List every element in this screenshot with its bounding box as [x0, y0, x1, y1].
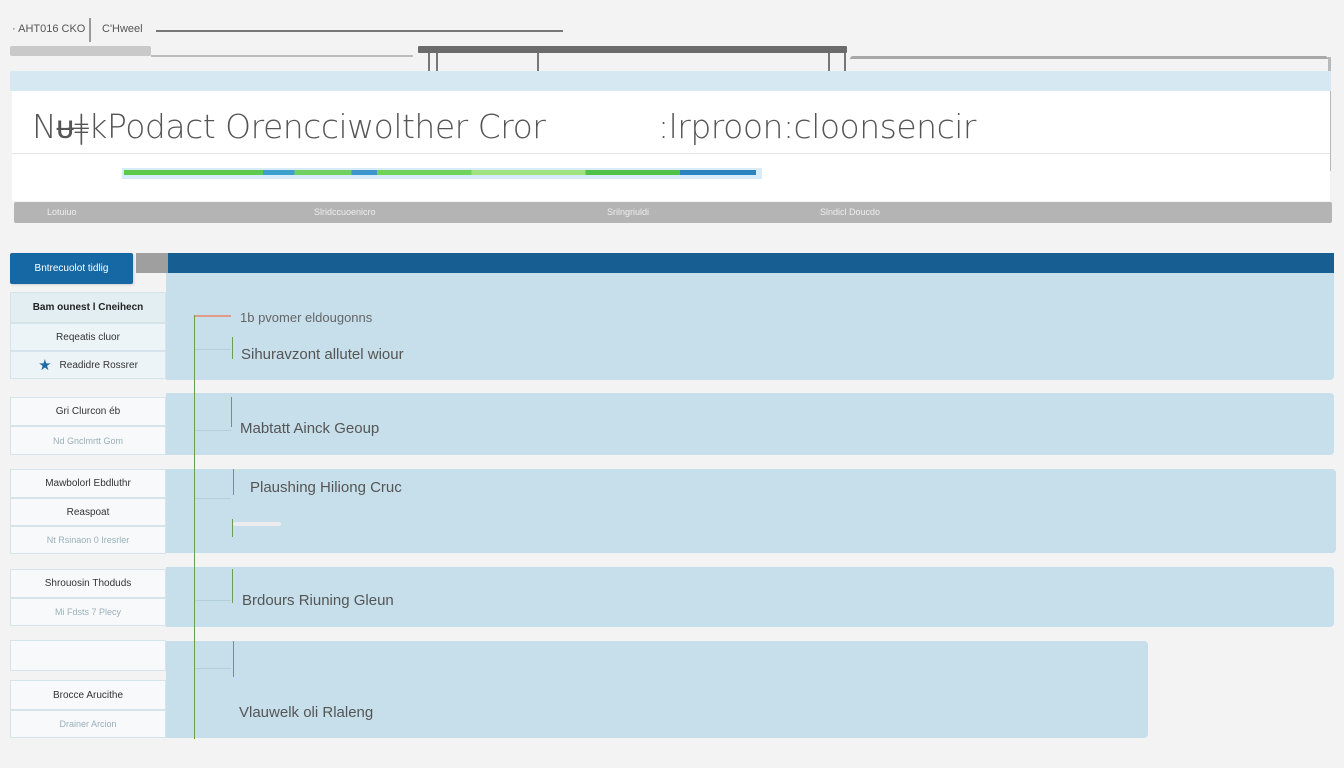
- page-title: Nᵾǂ̶kPodact Orencciwolther Cror: [32, 107, 546, 146]
- column-header-3[interactable]: Srilngriuldi: [607, 207, 649, 217]
- sidebar-item-5[interactable]: Nd Gnclmrtt Gom: [10, 426, 166, 455]
- header-divider: [12, 153, 1330, 154]
- tree-node-marker: [232, 337, 233, 359]
- connector-line: [828, 53, 830, 71]
- sidebar-item-1[interactable]: Bam ounest l Cneihecn: [10, 292, 166, 323]
- breadcrumb-underline: [156, 30, 563, 32]
- sidebar-item-9[interactable]: Shrouosin Thoduds: [10, 569, 166, 598]
- content-item-6[interactable]: Vlauwelk oli Rlaleng: [239, 704, 373, 721]
- breadcrumb-root[interactable]: · AHT016 CKO: [12, 23, 85, 35]
- breadcrumb-divider: [89, 18, 91, 42]
- progress-bar-fill: [124, 170, 756, 175]
- content-panel: [166, 273, 1334, 380]
- strip-handle: [136, 253, 168, 273]
- connector-line: [436, 53, 438, 71]
- sidebar-item-6[interactable]: Mawbolorl Ebdluthr: [10, 469, 166, 498]
- column-header-2[interactable]: Slridccuoenicro: [314, 207, 376, 217]
- tree-connector: [195, 315, 231, 317]
- header-band: [10, 71, 1331, 91]
- toolbar-scroll-handle[interactable]: [418, 46, 847, 53]
- sidebar-item-2[interactable]: Reqeatis cluor: [10, 323, 166, 351]
- tree-connector: [195, 349, 231, 350]
- toolbar-divider-left: [151, 55, 413, 57]
- tree-connector: [195, 430, 231, 431]
- column-header-4[interactable]: Slndicl Doucdo: [820, 207, 880, 217]
- sidebar-item-13[interactable]: Drainer Arcion: [10, 710, 166, 738]
- tree-node-marker: [232, 569, 233, 603]
- sidebar-item-label: Readidre Rossrer: [59, 359, 138, 371]
- tree-connector: [194, 315, 195, 739]
- tree-node-marker: [233, 469, 234, 495]
- sidebar-item-12[interactable]: Brocce Arucithe: [10, 680, 166, 710]
- column-header-bar: [14, 202, 1332, 223]
- sidebar-item-3[interactable]: ★ Readidre Rossrer: [10, 351, 166, 379]
- sidebar-item-11[interactable]: [10, 640, 166, 671]
- content-panel: [166, 641, 1148, 738]
- tree-node-marker: [231, 397, 232, 427]
- search-pill[interactable]: [10, 46, 151, 56]
- column-header-1[interactable]: Lotuiuo: [47, 207, 77, 217]
- tree-connector: [195, 600, 231, 601]
- tree-connector: [195, 668, 231, 669]
- tree-node-marker: [233, 641, 234, 677]
- sidebar-item-10[interactable]: Mi Fdsts 7 Plecy: [10, 598, 166, 626]
- content-header-strip: [166, 253, 1334, 273]
- sidebar-item-8[interactable]: Nt Rsinaon 0 Iresrler: [10, 526, 166, 554]
- sidebar-item-7[interactable]: Reaspoat: [10, 498, 166, 526]
- star-icon: ★: [38, 356, 52, 374]
- placeholder-bar: [233, 522, 281, 526]
- tree-connector: [195, 498, 231, 499]
- sidebar-item-4[interactable]: Gri Clurcon éb: [10, 397, 166, 426]
- content-item-3[interactable]: Mabtatt Ainck Geoup: [240, 420, 379, 437]
- toolbar-divider-right: [850, 56, 1328, 59]
- content-item-5[interactable]: Brdours Riuning Gleun: [242, 592, 394, 609]
- page-subtitle: :lrproon:cloonsencir: [658, 107, 976, 146]
- breadcrumb-current[interactable]: C'Hweel: [102, 23, 143, 35]
- content-item-4[interactable]: Plaushing Hiliong Cruc: [250, 479, 402, 496]
- content-item-1[interactable]: 1b pvomer eldougonns: [240, 310, 372, 325]
- tab-active[interactable]: Bntrecuolot tidlig: [10, 253, 133, 284]
- content-item-2[interactable]: Sihuravzont allutel wiour: [241, 346, 404, 363]
